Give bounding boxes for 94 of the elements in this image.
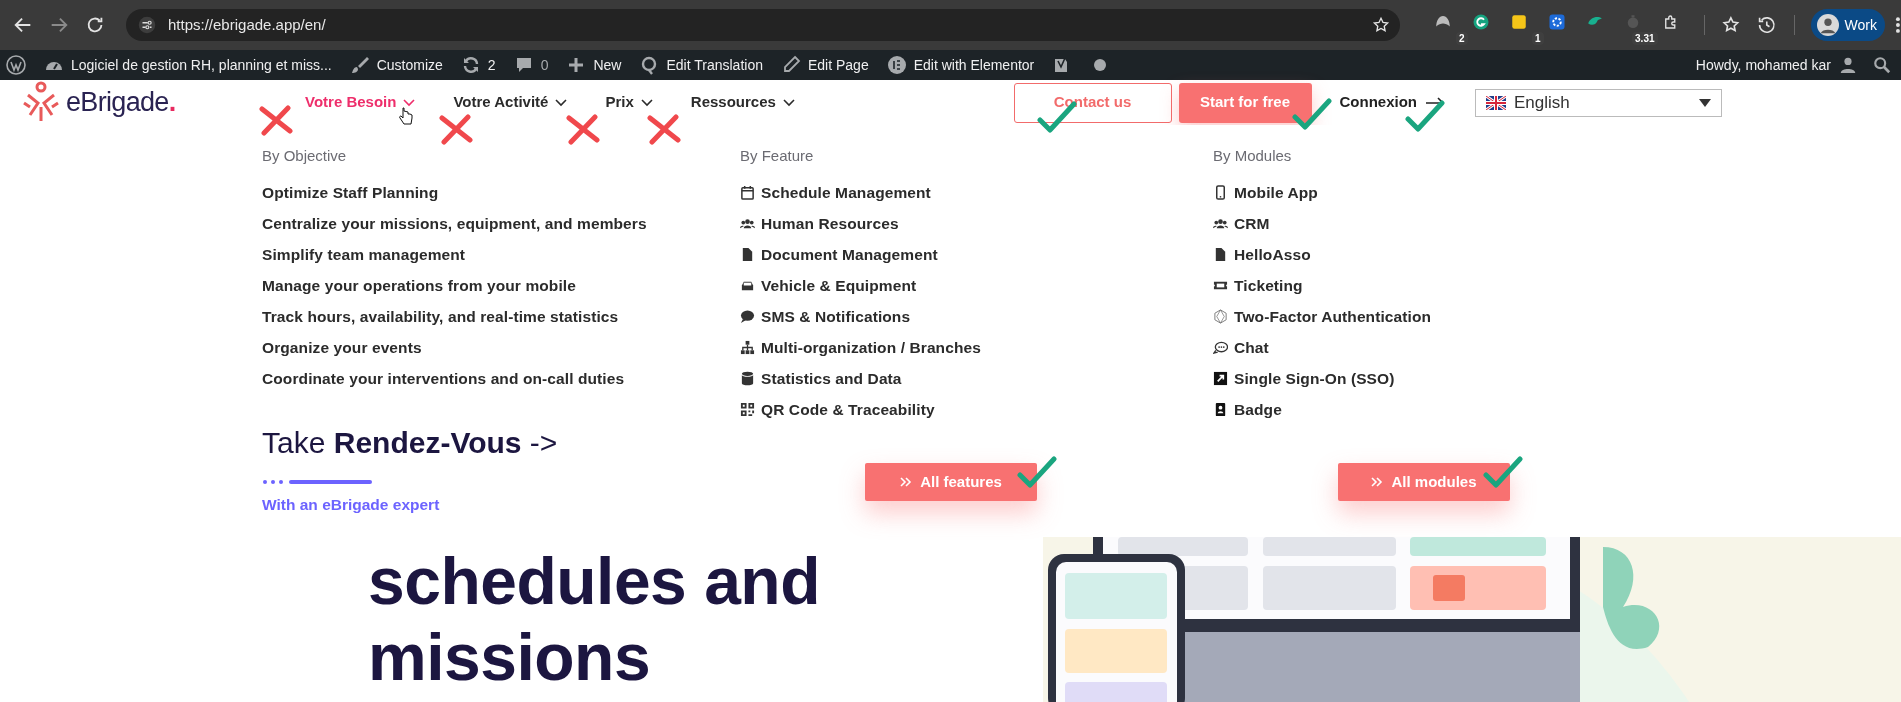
cross-mark-icon (438, 114, 474, 145)
double-chevron-icon (900, 477, 913, 487)
users-icon (740, 216, 755, 231)
chat-icon (1213, 340, 1228, 355)
wordpress-icon[interactable] (6, 55, 26, 75)
dropdown-arrow-icon (1699, 98, 1711, 107)
cross-mark-icon (646, 114, 682, 145)
menu-link[interactable]: Track hours, availability, and real-time statistics (262, 301, 740, 332)
admin-bar-item[interactable]: Logiciel de gestion RH, planning et miss... (44, 54, 332, 76)
menu-link[interactable]: Multi-organization / Branches (740, 332, 1213, 363)
grammar-icon[interactable] (1471, 13, 1490, 31)
admin-bar-item[interactable]: 0 (513, 54, 549, 76)
menu-link[interactable]: Chat (1213, 332, 1901, 363)
menu-link[interactable]: QR Code & Traceability (740, 394, 1213, 425)
id-badge-icon (1213, 402, 1228, 417)
caret-icon (782, 98, 795, 107)
menu-link[interactable]: Ticketing (1213, 270, 1901, 301)
appointment-link[interactable]: Take Rendez-Vous -> (262, 420, 740, 465)
gear-icon[interactable] (1547, 13, 1566, 31)
column-heading: By Objective (262, 146, 348, 166)
extension-badge: 1 (1531, 32, 1544, 45)
language-select[interactable]: English (1475, 88, 1722, 117)
nav-link[interactable]: Prix (605, 91, 653, 114)
users-icon (1213, 216, 1228, 231)
menu-link[interactable]: CRM (1213, 208, 1901, 239)
nav-link[interactable]: Ressources (690, 91, 795, 114)
site-settings-icon (138, 16, 156, 34)
caret-icon (555, 98, 568, 107)
admin-bar-item[interactable]: Customize (349, 54, 443, 76)
profile-button[interactable]: Work (1810, 9, 1886, 41)
check-mark-icon (1483, 455, 1523, 489)
menu-link[interactable]: Badge (1213, 394, 1901, 425)
menu-link[interactable]: Simplify team management (262, 239, 740, 270)
admin-bar-item[interactable]: Edit with Elementor (886, 54, 1035, 76)
admin-bar-item[interactable]: New (566, 54, 622, 76)
column-heading: By Feature (740, 146, 815, 166)
cross-mark-icon (565, 114, 601, 145)
menu-link[interactable]: Optimize Staff Planning (262, 177, 740, 208)
menu-link[interactable]: Single Sign-On (SSO) (1213, 363, 1901, 394)
history-icon[interactable] (1756, 14, 1778, 36)
menu-link[interactable]: Mobile App (1213, 177, 1901, 208)
search-icon[interactable] (1873, 56, 1891, 74)
caret-icon (640, 98, 653, 107)
hero-heading-line: missions (368, 619, 652, 695)
cross-mark-icon (258, 105, 294, 136)
menu-link[interactable]: Centralize your missions, equipment, and members (262, 208, 740, 239)
admin-bar-item[interactable]: 2 (460, 54, 496, 76)
menu-link[interactable]: Human Resources (740, 208, 1213, 239)
nav-link[interactable]: Votre Activité (453, 91, 568, 114)
menu-link[interactable]: HelloAsso (1213, 239, 1901, 270)
file-icon (740, 247, 755, 262)
logo-text[interactable]: eBrigade. (66, 82, 176, 123)
brush-icon (349, 55, 370, 75)
url-text: https://ebrigade.app/en/ (168, 14, 327, 35)
dotted-underline-icon (262, 479, 372, 485)
hexagon-icon (1213, 309, 1228, 324)
address-bar[interactable]: https://ebrigade.app/en/ (126, 9, 1400, 41)
login-link[interactable]: Connexion (1339, 91, 1417, 114)
calendar-icon (740, 185, 755, 200)
menu-link[interactable]: SMS & Notifications (740, 301, 1213, 332)
nav-link[interactable]: Votre Besoin (305, 91, 416, 114)
greeting-text[interactable]: Howdy, mohamed kar (1695, 54, 1831, 76)
admin-bar-item[interactable]: Edit Page (780, 54, 869, 76)
expert-subtitle: With an eBrigade expert (262, 495, 441, 515)
extension-badge: 2 (1455, 32, 1468, 45)
note-icon[interactable] (1509, 13, 1528, 31)
column-heading: By Modules (1213, 146, 1293, 166)
phone-icon (1213, 185, 1228, 200)
external-link-icon (1213, 371, 1228, 386)
caret-icon (403, 98, 416, 107)
file-icon (1213, 247, 1228, 262)
menu-link[interactable]: Statistics and Data (740, 363, 1213, 394)
bookmark-star-icon[interactable] (1371, 16, 1390, 34)
sitemap-icon (740, 340, 755, 355)
menu-link[interactable]: Schedule Management (740, 177, 1213, 208)
extension-badge: 3.31 (1632, 32, 1658, 45)
menu-link[interactable]: Coordinate your interventions and on-call duties (262, 363, 740, 394)
check-mark-icon (1292, 97, 1332, 131)
menu-link[interactable]: Vehicle & Equipment (740, 270, 1213, 301)
menu-link[interactable]: Manage your operations from your mobile (262, 270, 740, 301)
check-mark-icon (1017, 455, 1057, 489)
menu-link[interactable]: Two-Factor Authentication (1213, 301, 1901, 332)
user-icon[interactable] (1839, 56, 1857, 74)
qr-code-icon (740, 402, 755, 417)
admin-bar-item[interactable]: Edit Translation (639, 54, 763, 76)
menu-link[interactable]: Organize your events (262, 332, 740, 363)
double-chevron-icon (1371, 477, 1384, 487)
menu-link[interactable]: Document Management (740, 239, 1213, 270)
database-icon (740, 371, 755, 386)
avatar-icon (1816, 14, 1839, 36)
hero-heading-line: schedules and (368, 543, 820, 619)
more-menu-icon[interactable] (1895, 15, 1901, 35)
flag-icon (1486, 95, 1506, 110)
chat-bubble-icon (740, 309, 755, 324)
